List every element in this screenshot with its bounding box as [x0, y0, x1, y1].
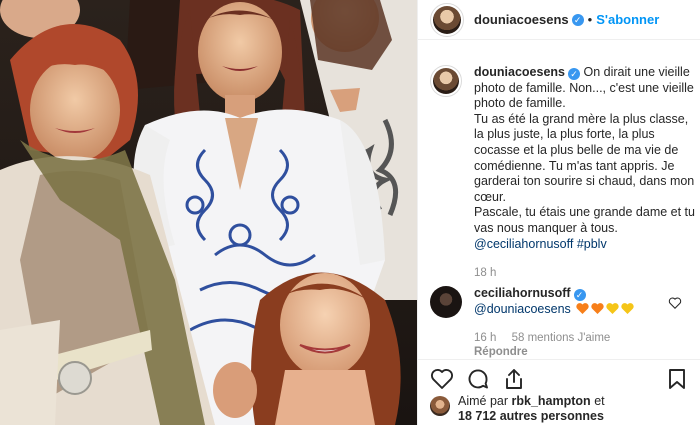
- author-avatar[interactable]: [430, 2, 464, 37]
- caption-timestamp[interactable]: 18 h: [474, 267, 496, 279]
- commenter-avatar[interactable]: [430, 286, 462, 318]
- caption-avatar-image: [433, 68, 459, 94]
- caption-body: Tu as été la grand mère la plus classe, …: [474, 111, 695, 204]
- likes-prefix: Aimé par: [458, 394, 509, 408]
- post-header: douniacoesens ✓ • S'abonner: [418, 0, 700, 40]
- likes-others-count[interactable]: 18 712 autres personnes: [458, 409, 604, 423]
- caption-closing: Pascale, tu étais une grande dame et tu …: [474, 205, 695, 235]
- likes-text: Aimé par rbk_hampton et 18 712 autres pe…: [458, 394, 605, 424]
- comment-timestamp[interactable]: 16 h: [474, 332, 496, 344]
- likes-summary: Aimé par rbk_hampton et 18 712 autres pe…: [430, 394, 605, 424]
- heart-icon[interactable]: [430, 367, 454, 391]
- family-photo-image: [0, 0, 417, 425]
- liker-username[interactable]: rbk_hampton: [512, 394, 591, 408]
- post-sidebar: douniacoesens ✓ • S'abonner douniacoesen…: [417, 0, 700, 425]
- caption-text: douniacoesens ✓ On dirait une vieille pho…: [474, 65, 697, 252]
- caption: douniacoesens ✓ On dirait une vieille pho…: [430, 65, 697, 252]
- likes-connector: et: [594, 394, 605, 408]
- comment-like-heart-icon[interactable]: [668, 296, 682, 310]
- follow-button[interactable]: S'abonner: [596, 12, 659, 27]
- share-icon[interactable]: [502, 367, 526, 391]
- author-avatar-image: [433, 5, 461, 34]
- instagram-post: douniacoesens ✓ • S'abonner douniacoesen…: [0, 0, 700, 425]
- author-username[interactable]: douniacoesens: [474, 12, 569, 27]
- caption-avatar[interactable]: [430, 65, 462, 97]
- comment-text: ceciliahornusoff ✓ @douniacoesens: [474, 286, 697, 318]
- commenter-username[interactable]: ceciliahornusoff: [474, 286, 571, 300]
- comment-mention-link[interactable]: @douniacoesens: [474, 302, 571, 316]
- comment: ceciliahornusoff ✓ @douniacoesens: [430, 286, 697, 318]
- liker-avatar[interactable]: [430, 396, 450, 416]
- verified-badge-icon: ✓: [571, 13, 584, 26]
- action-bar: [418, 359, 700, 397]
- reply-button[interactable]: Répondre: [474, 346, 528, 358]
- caption-hashtag-link[interactable]: #pblv: [577, 237, 607, 251]
- caption-username[interactable]: douniacoesens: [474, 65, 565, 79]
- comment-meta: 16 h 58 mentions J'aime: [474, 332, 622, 344]
- post-photo[interactable]: [0, 0, 417, 425]
- comments-section: douniacoesens ✓ On dirait une vieille pho…: [418, 40, 700, 359]
- verified-badge-icon: ✓: [568, 68, 580, 80]
- header-separator: •: [587, 12, 593, 27]
- heart-emojis-icon: [576, 302, 634, 314]
- caption-mention-link[interactable]: @ceciliahornusoff: [474, 237, 573, 251]
- comment-icon[interactable]: [466, 367, 490, 391]
- comment-likes-count[interactable]: 58 mentions J'aime: [512, 332, 611, 344]
- verified-badge-icon: ✓: [573, 289, 586, 301]
- bookmark-icon[interactable]: [665, 367, 689, 391]
